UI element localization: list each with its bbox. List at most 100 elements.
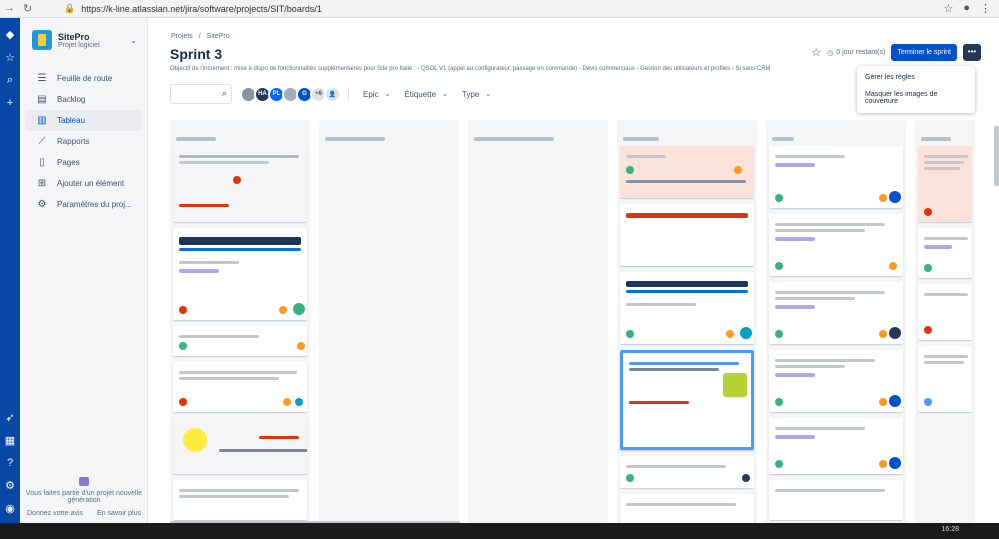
- sidebar-item-label: Rapports: [57, 137, 90, 146]
- project-name: SitePro: [58, 31, 90, 42]
- board-column: [617, 120, 757, 523]
- next-gen-text: Vous faites partie d'un projet nouvelle …: [25, 490, 143, 504]
- finish-sprint-button[interactable]: Terminer le sprint: [891, 44, 957, 61]
- issue-card[interactable]: [173, 326, 307, 356]
- sidebar-item-add[interactable]: ⊞ Ajouter un élément: [25, 173, 142, 194]
- breadcrumb-project[interactable]: SitePro: [207, 33, 230, 40]
- epic-filter[interactable]: Epic ⌄: [363, 90, 390, 99]
- rocket-icon[interactable]: ➶: [5, 411, 14, 424]
- board-main: Projets / SitePro Sprint 3 Objectif de l…: [148, 18, 999, 524]
- forward-icon[interactable]: →: [4, 2, 15, 15]
- help-icon[interactable]: ?: [7, 457, 13, 469]
- chevron-down-icon[interactable]: ⌄: [130, 36, 137, 45]
- sidebar-item-label: Tableau: [57, 116, 86, 125]
- issue-card[interactable]: [620, 146, 754, 198]
- address-bar[interactable]: 🔒 https://k-line.atlassian.net/jira/soft…: [60, 3, 939, 14]
- reload-icon[interactable]: ↻: [23, 2, 32, 15]
- breadcrumb: Projets / SitePro: [171, 33, 230, 40]
- issue-card[interactable]: [620, 350, 754, 450]
- os-taskbar: 16:28: [0, 523, 999, 539]
- sidebar-item-roadmap[interactable]: ☰ Feuille de route: [25, 68, 142, 89]
- settings-icon: ⚙: [37, 199, 47, 210]
- project-avatar: [32, 30, 52, 50]
- issue-card[interactable]: [918, 284, 972, 340]
- project-header[interactable]: SitePro Projet logiciel ⌄: [20, 18, 147, 58]
- assignee-filter: HA PL G +6 👤: [240, 85, 341, 103]
- issue-card[interactable]: [918, 228, 972, 278]
- learn-more-link[interactable]: En savoir plus: [97, 510, 141, 517]
- sidebar-item-settings[interactable]: ⚙ Paramètres du proj...: [25, 194, 142, 215]
- board-column: [766, 120, 906, 523]
- starred-icon[interactable]: ☆: [5, 51, 15, 64]
- project-sidebar: SitePro Projet logiciel ⌄ ☰ Feuille de r…: [20, 18, 148, 523]
- sidebar-item-label: Paramètres du proj...: [57, 200, 132, 209]
- sidebar-item-pages[interactable]: ▯ Pages: [25, 152, 142, 173]
- remaining-time: ◷ 0 jour restant(s): [827, 49, 886, 57]
- issue-card[interactable]: [620, 494, 754, 523]
- issue-card[interactable]: [769, 282, 903, 344]
- issue-card[interactable]: [173, 146, 307, 222]
- chevron-down-icon: ⌄: [442, 91, 448, 98]
- sidebar-item-label: Backlog: [57, 95, 86, 104]
- issue-card[interactable]: [173, 362, 307, 412]
- bookmark-star-icon[interactable]: ☆: [943, 2, 953, 15]
- sidebar-item-label: Pages: [57, 158, 80, 167]
- issue-card[interactable]: [918, 346, 972, 412]
- filter-bar: ⌕ HA PL G +6 👤 Epic ⌄ Étiquette ⌄ Type ⌄: [170, 84, 491, 104]
- issue-card[interactable]: [173, 418, 307, 474]
- jira-logo-icon[interactable]: ◆: [6, 28, 14, 41]
- search-input[interactable]: ⌕: [170, 84, 232, 104]
- lock-icon: 🔒: [64, 3, 76, 13]
- issue-card[interactable]: [918, 146, 972, 222]
- browser-menu-icon[interactable]: ⋮: [980, 2, 991, 15]
- issue-card[interactable]: [620, 272, 754, 344]
- add-people-icon[interactable]: 👤: [324, 85, 341, 103]
- issue-card[interactable]: [769, 214, 903, 276]
- project-type: Projet logiciel: [58, 41, 100, 49]
- global-nav: ◆ ☆ ⌕ + ➶ ▦ ? ⚙ ◉: [0, 18, 20, 523]
- issue-card[interactable]: [620, 204, 754, 266]
- issue-card[interactable]: [769, 480, 903, 520]
- chevron-down-icon: ⌄: [485, 91, 492, 98]
- breadcrumb-projects[interactable]: Projets: [171, 33, 193, 40]
- next-gen-icon: [79, 477, 89, 486]
- user-avatar[interactable]: ◉: [5, 502, 15, 515]
- more-actions-menu: Gérer les règles Masquer les images de c…: [857, 66, 975, 113]
- search-icon[interactable]: ⌕: [7, 74, 13, 87]
- settings-gear-icon[interactable]: ⚙: [5, 479, 15, 492]
- profile-icon[interactable]: ●: [963, 2, 970, 15]
- more-actions-button[interactable]: •••: [963, 44, 981, 61]
- issue-card[interactable]: [620, 456, 754, 488]
- clock-icon: ◷: [827, 49, 834, 57]
- board-column: [170, 120, 310, 523]
- apps-grid-icon[interactable]: ▦: [5, 434, 15, 447]
- url-text: https://k-line.atlassian.net/jira/softwa…: [81, 3, 322, 14]
- create-icon[interactable]: +: [7, 97, 13, 109]
- menu-item-manage-rules[interactable]: Gérer les règles: [857, 69, 975, 86]
- issue-card[interactable]: [173, 480, 307, 520]
- feedback-link[interactable]: Donnez votre avis: [27, 510, 83, 517]
- search-icon: ⌕: [221, 88, 227, 98]
- pages-icon: ▯: [39, 157, 45, 168]
- issue-card[interactable]: [769, 146, 903, 208]
- backlog-icon: ▤: [37, 94, 47, 105]
- type-filter[interactable]: Type ⌄: [462, 90, 491, 99]
- vertical-scrollbar[interactable]: [994, 126, 999, 186]
- sidebar-footer: Vous faites partie d'un projet nouvelle …: [20, 477, 148, 517]
- sprint-goal: Objectif de l'incrément : mise à dispo d…: [170, 66, 771, 72]
- sidebar-item-backlog[interactable]: ▤ Backlog: [25, 89, 142, 110]
- star-icon[interactable]: ☆: [811, 46, 821, 59]
- sidebar-item-board[interactable]: ▥ Tableau: [25, 110, 142, 131]
- sidebar-item-reports[interactable]: ⟋ Rapports: [25, 131, 142, 152]
- issue-card[interactable]: [769, 418, 903, 474]
- issue-card[interactable]: [769, 350, 903, 412]
- taskbar-clock: 16:28: [941, 526, 959, 533]
- sidebar-item-label: Feuille de route: [57, 74, 113, 83]
- label-filter[interactable]: Étiquette ⌄: [404, 90, 447, 99]
- board-column: [915, 120, 975, 523]
- menu-item-hide-covers[interactable]: Masquer les images de couverture: [857, 86, 975, 110]
- issue-card[interactable]: [173, 228, 307, 320]
- sidebar-item-label: Ajouter un élément: [57, 179, 125, 188]
- reports-icon: ⟋: [38, 136, 46, 147]
- board-column: [319, 120, 459, 523]
